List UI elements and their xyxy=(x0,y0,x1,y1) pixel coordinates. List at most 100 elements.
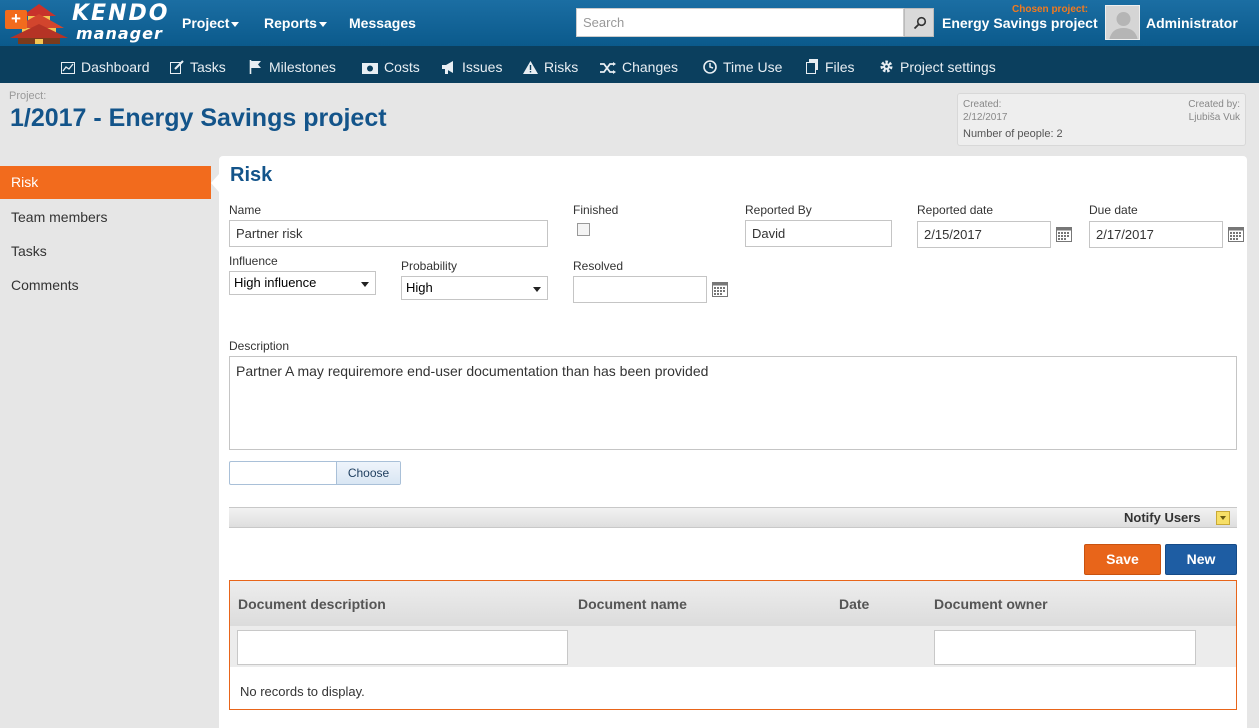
subnav-time-use-label: Time Use xyxy=(723,59,783,75)
nav-project-menu[interactable]: Project xyxy=(182,0,240,46)
sidebar-item-comments[interactable]: Comments xyxy=(0,269,218,302)
warning-icon xyxy=(523,61,538,74)
finished-checkbox[interactable] xyxy=(577,223,590,236)
people-count: Number of people: 2 xyxy=(963,128,1063,140)
subnav-milestones[interactable]: Milestones xyxy=(249,46,336,83)
clock-icon xyxy=(703,60,717,74)
shuffle-icon xyxy=(600,62,616,74)
chosen-project-name[interactable]: Energy Savings project xyxy=(942,15,1098,31)
chevron-down-icon xyxy=(533,287,541,292)
calendar-icon[interactable] xyxy=(1228,227,1244,242)
reported-by-field[interactable] xyxy=(745,220,892,247)
reported-date-label: Reported date xyxy=(917,203,994,217)
user-menu[interactable]: Administrator xyxy=(1146,0,1238,46)
no-records-message: No records to display. xyxy=(240,684,365,699)
files-icon xyxy=(806,59,818,74)
subnav-costs[interactable]: Costs xyxy=(362,46,420,83)
nav-project-label: Project xyxy=(182,15,230,31)
chosen-project-label: Chosen project: xyxy=(1012,4,1089,15)
due-date-label: Due date xyxy=(1089,203,1138,217)
subnav-project-settings[interactable]: Project settings xyxy=(879,46,996,83)
search-icon xyxy=(913,16,927,30)
subnav-milestones-label: Milestones xyxy=(269,59,336,75)
sidebar-item-label: Risk xyxy=(11,174,39,190)
probability-selected-value: High xyxy=(406,280,433,295)
subnav-changes[interactable]: Changes xyxy=(600,46,678,83)
resolved-date-field[interactable] xyxy=(573,276,707,303)
notify-users-bar[interactable] xyxy=(229,507,1237,528)
nav-messages-label: Messages xyxy=(349,15,416,31)
logo-text-manager: manager xyxy=(76,24,163,43)
edit-icon xyxy=(170,60,184,74)
subnav-risks-label: Risks xyxy=(544,59,579,75)
subnav-risks[interactable]: Risks xyxy=(523,46,578,83)
logo-text-kendo: KENDO xyxy=(72,1,170,26)
description-label: Description xyxy=(229,339,290,353)
description-textarea[interactable]: Partner A may requiremore end-user docum… xyxy=(229,356,1237,450)
chevron-down-icon xyxy=(361,282,369,287)
nav-reports-menu[interactable]: Reports xyxy=(264,0,327,46)
save-button[interactable]: Save xyxy=(1084,544,1161,575)
subnav-dashboard-label: Dashboard xyxy=(81,59,150,75)
probability-select[interactable]: High xyxy=(401,276,548,300)
nav-messages-link[interactable]: Messages xyxy=(349,0,416,46)
subnav-costs-label: Costs xyxy=(384,59,420,75)
sidebar-item-label: Comments xyxy=(11,277,79,293)
subnav-issues-label: Issues xyxy=(462,59,503,75)
filter-document-description-input[interactable] xyxy=(237,630,568,665)
gear-icon xyxy=(880,60,893,73)
calendar-icon[interactable] xyxy=(712,282,728,297)
search-input[interactable] xyxy=(576,8,904,37)
column-header-date[interactable]: Date xyxy=(839,596,869,612)
user-name: Administrator xyxy=(1146,15,1238,31)
sidebar-item-risk[interactable]: Risk xyxy=(0,166,219,199)
subnav-dashboard[interactable]: Dashboard xyxy=(61,46,150,83)
filter-document-owner-input[interactable] xyxy=(934,630,1196,665)
notify-users-label[interactable]: Notify Users xyxy=(1124,510,1201,525)
reported-date-field[interactable] xyxy=(917,221,1051,248)
dashboard-icon xyxy=(61,62,75,74)
nav-reports-label: Reports xyxy=(264,15,317,31)
reported-by-label: Reported By xyxy=(745,203,812,217)
created-label: Created: xyxy=(963,99,1002,110)
kendo-manager-logo[interactable]: KENDO manager xyxy=(6,0,167,46)
flag-icon xyxy=(249,60,261,74)
subnav-files[interactable]: Files xyxy=(806,46,855,83)
sidebar-item-label: Tasks xyxy=(11,243,47,259)
created-value: 2/12/2017 xyxy=(963,112,1008,123)
project-label: Project: xyxy=(9,90,47,102)
search-button[interactable] xyxy=(904,8,934,37)
name-field[interactable] xyxy=(229,220,548,247)
due-date-field[interactable] xyxy=(1089,221,1223,248)
subnav-tasks-label: Tasks xyxy=(190,59,226,75)
money-icon xyxy=(362,63,378,74)
avatar[interactable] xyxy=(1105,5,1140,40)
column-header-document-name[interactable]: Document name xyxy=(578,596,687,612)
subnav-files-label: Files xyxy=(825,59,855,75)
name-label: Name xyxy=(229,203,262,217)
sidebar-item-label: Team members xyxy=(11,209,108,225)
add-button[interactable]: + xyxy=(5,10,27,29)
subnav-tasks[interactable]: Tasks xyxy=(170,46,226,83)
expand-toggle-icon[interactable] xyxy=(1216,511,1230,525)
new-button[interactable]: New xyxy=(1165,544,1237,575)
calendar-icon[interactable] xyxy=(1056,227,1072,242)
sidebar-item-team-members[interactable]: Team members xyxy=(0,201,218,234)
probability-label: Probability xyxy=(401,259,458,273)
subnav-issues[interactable]: Issues xyxy=(441,46,502,83)
megaphone-icon xyxy=(442,61,453,74)
created-by-value: Ljubiša Vuk xyxy=(1188,112,1240,123)
subnav-project-settings-label: Project settings xyxy=(900,59,996,75)
choose-file-button[interactable]: Choose xyxy=(336,462,400,484)
sidebar-item-tasks[interactable]: Tasks xyxy=(0,235,218,268)
influence-select[interactable]: High influence xyxy=(229,271,376,295)
column-header-document-owner[interactable]: Document owner xyxy=(934,596,1048,612)
finished-label: Finished xyxy=(573,203,619,217)
user-silhouette-icon xyxy=(1109,12,1138,39)
chevron-down-icon xyxy=(231,21,240,27)
column-header-document-description[interactable]: Document description xyxy=(238,596,386,612)
page-title: 1/2017 - Energy Savings project xyxy=(10,104,387,132)
subnav-changes-label: Changes xyxy=(622,59,679,75)
chevron-down-icon xyxy=(318,21,327,27)
subnav-time-use[interactable]: Time Use xyxy=(703,46,782,83)
